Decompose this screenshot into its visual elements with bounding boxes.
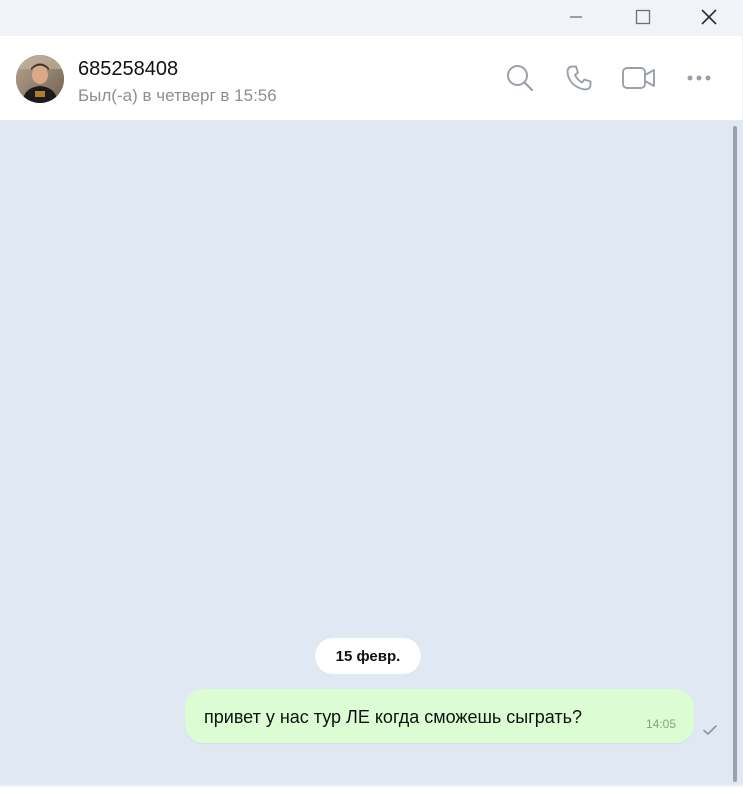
search-icon xyxy=(507,65,534,92)
title-bar xyxy=(0,0,743,36)
chat-header: 685258408 Был(-а) в четверг в 15:56 xyxy=(0,36,742,121)
search-button[interactable] xyxy=(502,60,538,96)
contact-last-seen-status: Был(-а) в четверг в 15:56 xyxy=(78,86,277,105)
contact-name[interactable]: 685258408 xyxy=(78,58,178,80)
maximize-icon xyxy=(635,9,651,25)
close-icon xyxy=(701,9,717,25)
message-text: привет у нас тур ЛЕ когда сможешь сыграт… xyxy=(204,707,583,727)
message-time: 14:05 xyxy=(646,717,677,731)
date-separator: 15 февр. xyxy=(315,638,421,674)
minimize-button[interactable] xyxy=(553,0,599,34)
avatar-photo xyxy=(16,55,64,103)
video-camera-icon xyxy=(622,67,655,89)
video-call-button[interactable] xyxy=(621,60,657,96)
chat-window: 685258408 Был(-а) в четверг в 15:56 15 ф… xyxy=(0,0,743,787)
voice-call-button[interactable] xyxy=(561,60,597,96)
chat-scrollbar[interactable] xyxy=(730,121,743,787)
scrollbar-thumb[interactable] xyxy=(733,126,737,782)
more-icon xyxy=(687,75,711,81)
maximize-button[interactable] xyxy=(620,0,666,34)
avatar[interactable] xyxy=(16,55,64,103)
minimize-icon xyxy=(570,16,582,18)
phone-icon xyxy=(566,65,592,91)
single-check-icon xyxy=(703,725,717,735)
outgoing-message-bubble[interactable]: привет у нас тур ЛЕ когда сможешь сыграт… xyxy=(185,689,694,743)
message-list[interactable]: 15 февр. привет у нас тур ЛЕ когда сможе… xyxy=(0,121,730,787)
more-options-button[interactable] xyxy=(681,60,717,96)
close-button[interactable] xyxy=(686,0,732,34)
